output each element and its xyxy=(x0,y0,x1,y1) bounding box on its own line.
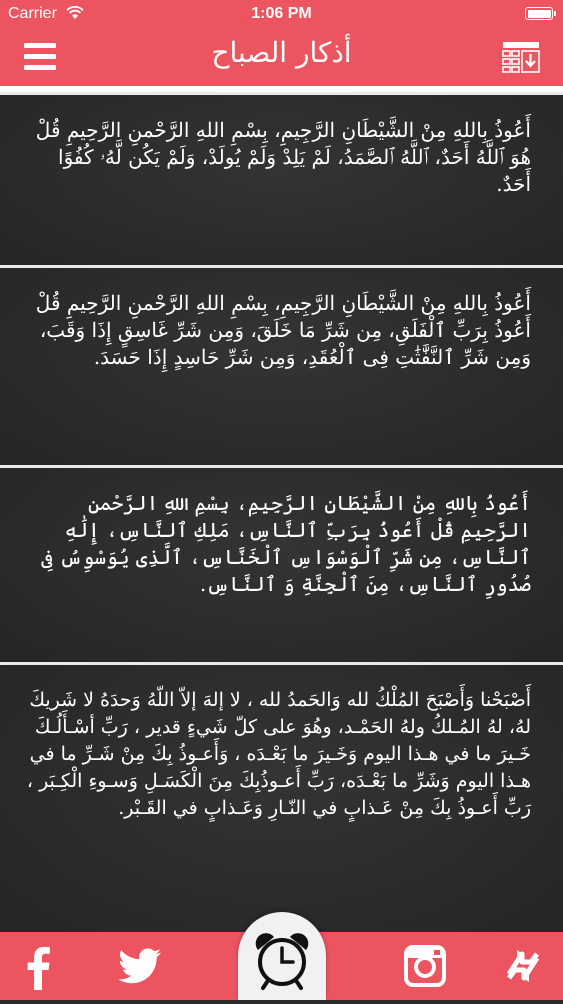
shuffle-button[interactable] xyxy=(483,932,563,1000)
dhikr-card[interactable]: أَعُوذُ بِاللهِ مِنْ الشَّيْطَانِ الرَّج… xyxy=(0,265,563,468)
dhikr-text: أَعُوذُ بِاللهِ مِنْ الشَّيْطَانِ الرَّج… xyxy=(41,491,531,596)
battery-icon xyxy=(525,7,556,20)
dhikr-card[interactable]: أَعُوذُ بِاللهِ مِنْ الشَّيْطَانِ الرَّج… xyxy=(0,92,563,268)
dhikr-card[interactable]: أَصْبَحْنا وَأَصْبَحَ المُلْكُ لله وَالح… xyxy=(0,662,563,932)
shuffle-arrows-icon xyxy=(506,950,540,982)
status-bar: Carrier 1:06 PM xyxy=(0,0,563,28)
twitter-button[interactable] xyxy=(95,932,185,1000)
facebook-button[interactable] xyxy=(0,932,80,1000)
dhikr-card[interactable]: أَعُوذُ بِاللهِ مِنْ الشَّيْطَانِ الرَّج… xyxy=(0,465,563,665)
dhikr-text: أَصْبَحْنا وَأَصْبَحَ المُلْكُ لله وَالح… xyxy=(26,689,531,819)
calendar-button[interactable] xyxy=(501,40,541,74)
navigation-bar: أذكار الصباح xyxy=(0,28,563,86)
calendar-download-icon xyxy=(502,42,540,73)
facebook-icon xyxy=(27,946,50,990)
page-title: أذكار الصباح xyxy=(211,36,352,69)
dhikr-text: أَعُوذُ بِاللهِ مِنْ الشَّيْطَانِ الرَّج… xyxy=(35,118,531,196)
dhikr-text: أَعُوذُ بِاللهِ مِنْ الشَّيْطَانِ الرَّج… xyxy=(35,291,531,369)
status-time: 1:06 PM xyxy=(251,5,312,22)
menu-button[interactable] xyxy=(24,40,58,74)
adhkar-list[interactable]: أَعُوذُ بِاللهِ مِنْ الشَّيْطَانِ الرَّج… xyxy=(0,92,563,932)
instagram-button[interactable] xyxy=(385,932,465,1000)
alarm-button[interactable] xyxy=(238,912,326,1000)
alarm-clock-icon xyxy=(255,933,309,990)
twitter-icon xyxy=(118,948,161,984)
instagram-icon xyxy=(404,945,446,987)
